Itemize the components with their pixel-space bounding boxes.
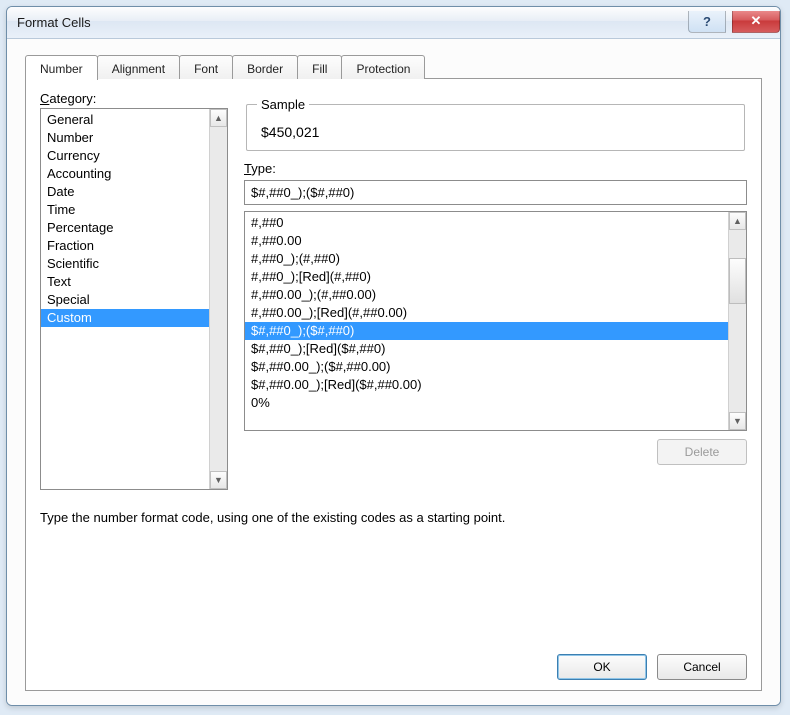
format-item[interactable]: $#,##0.00_);[Red]($#,##0.00) bbox=[245, 376, 728, 394]
format-item[interactable]: $#,##0_);[Red]($#,##0) bbox=[245, 340, 728, 358]
tab-label: Font bbox=[194, 62, 218, 76]
tab-number[interactable]: Number bbox=[25, 55, 98, 80]
scroll-up-icon[interactable]: ▲ bbox=[729, 212, 746, 230]
tabstrip: Number Alignment Font Border Fill Protec… bbox=[25, 55, 762, 79]
tab-label: Number bbox=[40, 62, 83, 76]
sample-value: $450,021 bbox=[257, 118, 734, 140]
help-button[interactable]: ? bbox=[688, 11, 726, 33]
tab-protection[interactable]: Protection bbox=[341, 55, 425, 79]
category-item[interactable]: General bbox=[41, 111, 209, 129]
ok-button[interactable]: OK bbox=[557, 654, 647, 680]
format-item[interactable]: $#,##0.00_);($#,##0.00) bbox=[245, 358, 728, 376]
format-item[interactable]: #,##0.00_);(#,##0.00) bbox=[245, 286, 728, 304]
tab-label: Protection bbox=[356, 62, 410, 76]
tab-font[interactable]: Font bbox=[179, 55, 233, 79]
category-item[interactable]: Accounting bbox=[41, 165, 209, 183]
scroll-down-icon[interactable]: ▼ bbox=[729, 412, 746, 430]
format-item[interactable]: #,##0_);(#,##0) bbox=[245, 250, 728, 268]
cancel-button[interactable]: Cancel bbox=[657, 654, 747, 680]
category-item[interactable]: Scientific bbox=[41, 255, 209, 273]
dialog-footer: OK Cancel bbox=[40, 640, 747, 680]
tab-page-number: Category: GeneralNumberCurrencyAccountin… bbox=[25, 78, 762, 691]
format-item[interactable]: $#,##0_);($#,##0) bbox=[245, 322, 728, 340]
help-icon: ? bbox=[703, 14, 711, 29]
category-item[interactable]: Date bbox=[41, 183, 209, 201]
help-text: Type the number format code, using one o… bbox=[40, 510, 747, 525]
sample-legend: Sample bbox=[257, 97, 309, 112]
format-item[interactable]: #,##0.00 bbox=[245, 232, 728, 250]
sample-group: Sample $450,021 bbox=[246, 97, 745, 151]
format-item[interactable]: 0% bbox=[245, 394, 728, 412]
tab-border[interactable]: Border bbox=[232, 55, 298, 79]
format-scrollbar[interactable]: ▲ ▼ bbox=[728, 212, 746, 430]
close-button[interactable]: ✕ bbox=[732, 11, 780, 33]
category-item[interactable]: Percentage bbox=[41, 219, 209, 237]
category-label: Category: bbox=[40, 91, 228, 106]
category-item[interactable]: Currency bbox=[41, 147, 209, 165]
scroll-thumb[interactable] bbox=[729, 258, 746, 304]
scroll-down-icon[interactable]: ▼ bbox=[210, 471, 227, 489]
category-item[interactable]: Text bbox=[41, 273, 209, 291]
format-item[interactable]: #,##0_);[Red](#,##0) bbox=[245, 268, 728, 286]
category-scrollbar[interactable]: ▲ ▼ bbox=[209, 109, 227, 489]
close-icon: ✕ bbox=[751, 13, 762, 29]
tab-fill[interactable]: Fill bbox=[297, 55, 342, 79]
titlebar: Format Cells ? ✕ bbox=[7, 7, 780, 39]
type-input[interactable] bbox=[244, 180, 747, 205]
client-area: Number Alignment Font Border Fill Protec… bbox=[7, 39, 780, 705]
category-item[interactable]: Custom bbox=[41, 309, 209, 327]
category-item[interactable]: Special bbox=[41, 291, 209, 309]
window-title: Format Cells bbox=[17, 15, 688, 30]
category-listbox[interactable]: GeneralNumberCurrencyAccountingDateTimeP… bbox=[40, 108, 228, 490]
tab-label: Border bbox=[247, 62, 283, 76]
tab-alignment[interactable]: Alignment bbox=[97, 55, 180, 79]
format-item[interactable]: #,##0 bbox=[245, 214, 728, 232]
tab-label: Alignment bbox=[112, 62, 165, 76]
category-item[interactable]: Number bbox=[41, 129, 209, 147]
scroll-up-icon[interactable]: ▲ bbox=[210, 109, 227, 127]
category-item[interactable]: Fraction bbox=[41, 237, 209, 255]
format-item[interactable]: #,##0.00_);[Red](#,##0.00) bbox=[245, 304, 728, 322]
format-listbox[interactable]: #,##0#,##0.00#,##0_);(#,##0)#,##0_);[Red… bbox=[244, 211, 747, 431]
format-cells-dialog: Format Cells ? ✕ Number Alignment Font B… bbox=[6, 6, 781, 706]
type-label: Type: bbox=[244, 161, 747, 176]
tab-label: Fill bbox=[312, 62, 327, 76]
category-item[interactable]: Time bbox=[41, 201, 209, 219]
delete-button: Delete bbox=[657, 439, 747, 465]
